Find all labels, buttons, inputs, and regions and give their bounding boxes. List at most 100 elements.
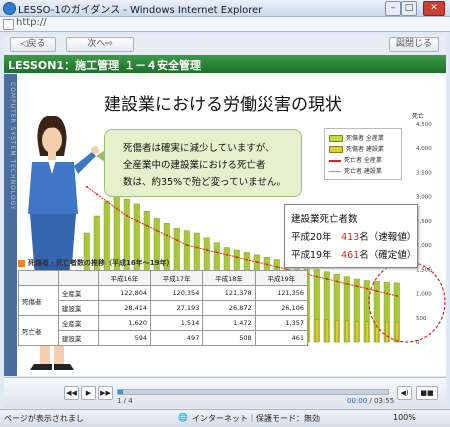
bubble-line-2: 全産業中の建設業における死亡者 [123,160,266,171]
point-deaths-all [396,295,398,297]
progress-bar[interactable] [117,389,389,395]
zone-text: インターネット｜保護モード：無効 [192,414,320,423]
bar-casualties-construction [385,321,389,343]
ie-logo-icon [3,2,16,15]
play-button[interactable]: ▶ [81,386,96,400]
point-deaths-all [186,244,188,247]
close-lesson-button[interactable]: 図閉じる [389,37,439,52]
point-deaths-all [86,186,88,188]
table-cell: 497 [150,330,204,346]
table-cell: 594 [97,330,152,346]
point-deaths-all [116,207,118,210]
bar-casualties-construction [365,321,369,343]
point-deaths-all [326,278,328,280]
table-title: 死傷者・死亡者数の推移（平成16年～19年） [18,258,258,270]
y-tick-label: 1,500 [416,267,432,273]
time-display: 00:00 / 03:55 [347,397,395,405]
point-deaths-all [216,251,218,254]
status-bar: ページが表示されまし 🌐 インターネット｜保護モード：無効 100% [0,409,450,427]
table-cell: 121,378 [202,285,256,301]
point-deaths-all [206,249,208,251]
point-deaths-all [386,292,388,295]
status-text: ページが表示されまし [4,414,84,423]
maximize-button[interactable]: □ [401,1,417,16]
title-bar: LESSO-1のガイダンス - Windows Internet Explore… [0,0,450,17]
bar-casualties-construction [355,320,359,343]
bar-casualties-construction [345,320,349,343]
y-tick-label: 500 [416,316,427,322]
point-deaths-all [316,275,318,278]
slide-content: COMPUTER SYSTEM TECHNOLOGY 4,500 4,000 3,5… [4,74,446,376]
table-sector-cell: 全産業 [57,315,99,331]
table-cell: 121,356 [254,285,309,301]
legend-item: 死亡者 全産業 [329,155,382,164]
legend-item: 死傷者 建設業 [329,144,384,153]
table-header-cell: 平成16年 [97,270,152,286]
point-deaths-all [96,193,98,196]
fast-forward-button[interactable]: ▶▶ [98,386,113,400]
table-group-cell: 死傷者 [18,285,59,316]
address-url[interactable]: http:// [16,17,47,28]
point-deaths-all [376,290,378,293]
lesson-nav-bar: ◁戻る 次へ⇨ 図閉じる [4,35,446,54]
table-cell: 120,354 [150,285,204,301]
point-deaths-all [136,219,138,222]
table-header-row: 平成16年 平成17年 平成18年 平成19年 [18,270,309,286]
slide-headline: 建設業における労働災害の現状 [104,95,342,115]
point-deaths-all [346,282,348,285]
y-tick-label: 3,000 [416,195,432,201]
deaths-title: 建設業死亡者数 [291,214,358,225]
address-bar[interactable]: http:// [0,17,450,32]
page-indicator: 1 / 4 [117,397,133,405]
bullet-square-icon [18,259,25,267]
table-row: 死亡者 全産業 1,620 1,514 1,472 1,357 [18,315,309,346]
point-deaths-all [336,280,338,283]
rewind-button[interactable]: ◀◀ [64,386,79,400]
zoom-level[interactable]: 100% [393,413,416,422]
table-row: 建設業 594 497 508 461 [19,330,309,346]
table-row: 死傷者 全産業 122,804 120,354 121,378 121,356 [18,285,309,316]
table-cell: 1,514 [150,315,204,331]
deaths-line-2: 平成19年 461名（確定値） [291,250,417,261]
point-deaths-all [106,200,108,203]
lesson-header: LESSON1：施工管理 １－４安全管理 [4,55,446,73]
bar-casualties-construction [335,319,339,343]
minimize-button[interactable]: – [385,1,401,16]
legend-item: 死傷者 全産業 [329,133,384,142]
table-sector-cell: 建設業 [57,330,99,346]
point-deaths-all [196,246,198,249]
table-row: 建設業 28,414 27,193 26,872 26,106 [19,300,309,316]
lesson-section: １－４安全管理 [124,59,201,72]
stats-table: 平成16年 平成17年 平成18年 平成19年 死傷者 全産業 122,804 … [18,270,309,346]
progress-fill [118,390,124,394]
bar-casualties-construction [395,322,399,343]
table-header-cell: 平成18年 [202,270,256,286]
point-deaths-all [176,239,178,242]
bubble-line-3: 数は、約35%で殆ど変っていません。 [123,177,286,188]
y-tick-label: 3,500 [416,170,432,176]
window-title: LESSO-1のガイダンス - Windows Internet Explore… [18,5,263,16]
highlight-circle [368,261,446,343]
point-deaths-all [156,229,158,232]
volume-icon[interactable]: ◀) [397,386,412,400]
back-button[interactable]: ◁戻る [10,37,56,52]
table-sector-cell: 建設業 [57,300,99,316]
y-axis-label: 死亡 [412,112,424,120]
table-cell: 28,414 [97,300,152,316]
table-cell: 1,357 [254,315,309,331]
bar-casualties-construction [315,318,319,343]
point-deaths-all [366,287,368,290]
menu-button[interactable]: ■■ [416,386,438,400]
table-cell: 26,872 [202,300,256,316]
speech-bubble: 死傷者は確実に減少していますが、 全産業中の建設業における死亡者 数は、約35%… [96,129,302,197]
table-group-cell: 死亡者 [18,315,59,346]
y-tick-label: 2,500 [416,219,432,225]
bar-casualties-construction [375,321,379,343]
table-cell: 508 [202,330,256,346]
next-button[interactable]: 次へ⇨ [66,37,134,52]
legend-item: 死亡者 建設業 [329,166,382,175]
point-deaths-all [266,263,268,266]
bubble-line-1: 死傷者は確実に減少していますが、 [123,143,275,154]
point-deaths-all [226,253,228,256]
close-window-button[interactable]: ✕ [423,1,445,16]
